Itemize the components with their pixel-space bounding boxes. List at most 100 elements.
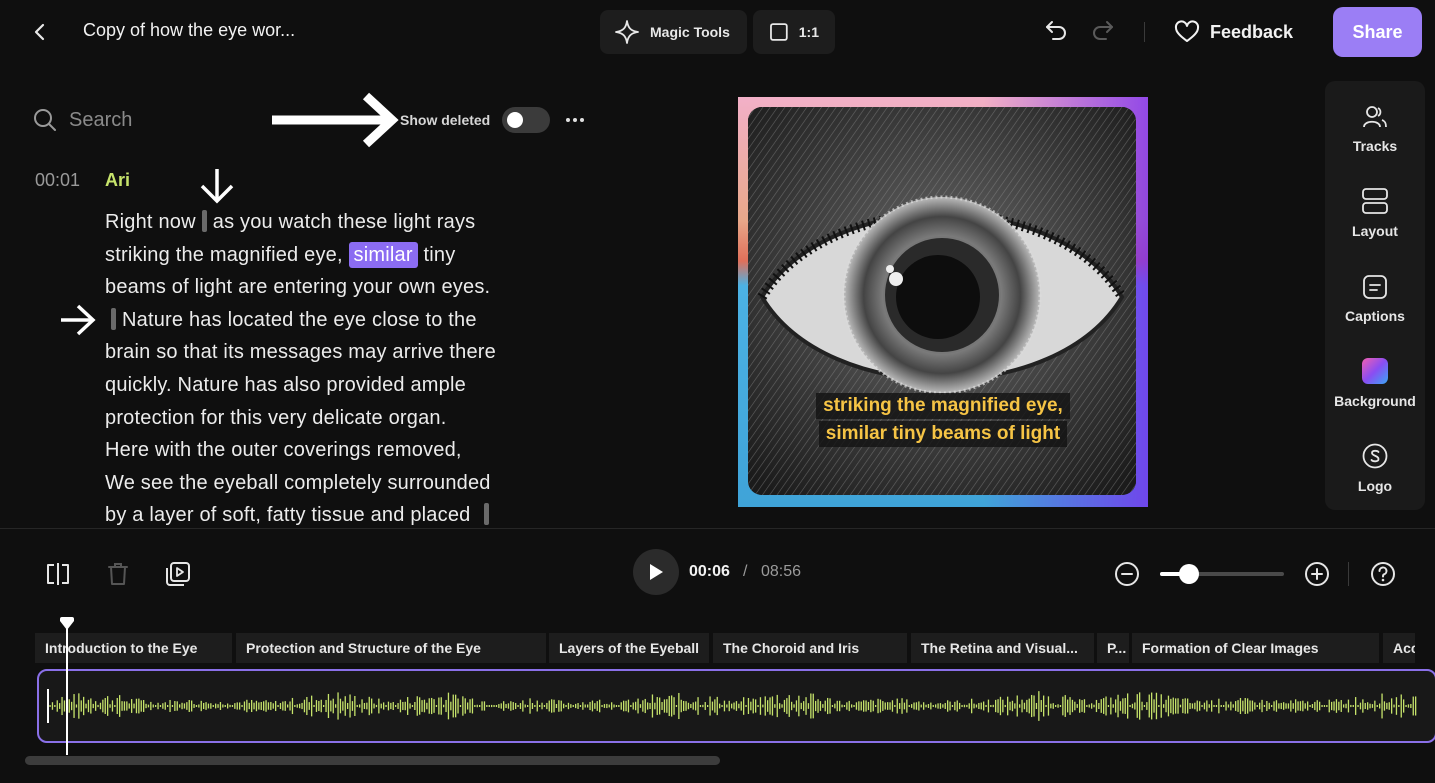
waveform-bar: [944, 703, 946, 709]
redo-button[interactable]: [1089, 16, 1117, 44]
waveform-bar: [879, 699, 882, 713]
undo-button[interactable]: [1042, 16, 1070, 44]
clip-trim-handle[interactable]: [47, 689, 49, 723]
transcript-word-group[interactable]: striking the magnified eye,: [105, 244, 343, 266]
waveform-bar: [1278, 703, 1280, 709]
playhead-handle-icon[interactable]: [59, 617, 75, 631]
waveform-bar: [1299, 701, 1302, 711]
waveform-bar: [483, 701, 486, 711]
waveform-bar: [191, 700, 193, 712]
show-deleted-toggle[interactable]: [502, 107, 550, 133]
back-button[interactable]: [28, 20, 52, 44]
sparkle-icon: [615, 20, 639, 44]
waveform-bar: [1211, 700, 1213, 712]
waveform-bar: [1019, 704, 1021, 708]
waveform-bar: [611, 702, 613, 710]
waveform-bar: [1400, 694, 1402, 718]
chapter-segment[interactable]: The Choroid and Iris: [713, 633, 909, 663]
waveform-bar: [1136, 694, 1138, 718]
waveform-bar: [361, 699, 363, 713]
play-button[interactable]: [633, 549, 679, 595]
media-stack-icon: [166, 562, 190, 586]
zoom-in-button[interactable]: [1303, 560, 1331, 588]
waveform-bar: [335, 704, 337, 708]
search-box[interactable]: [33, 106, 269, 134]
chapter-segment[interactable]: Acc...: [1383, 633, 1415, 663]
chapter-segment[interactable]: Formation of Clear Images: [1132, 633, 1381, 663]
transcript-word-group[interactable]: beams of light are entering your own eye…: [105, 276, 490, 298]
search-input[interactable]: [69, 108, 269, 132]
transcript-word-group[interactable]: brain so that its messages may arrive th…: [105, 341, 496, 363]
paragraph-timestamp[interactable]: 00:01: [35, 170, 80, 191]
aspect-ratio-button[interactable]: 1:1: [753, 10, 835, 54]
chapter-segment[interactable]: P...: [1097, 633, 1131, 663]
side-item-logo[interactable]: Logo: [1325, 421, 1425, 501]
side-item-background[interactable]: Background: [1325, 336, 1425, 416]
waveform-bar: [503, 701, 505, 711]
transcript-word-group[interactable]: We see the eyeball completely surrounded: [105, 472, 491, 494]
waveform-bar: [975, 704, 978, 708]
waveform-bar: [500, 703, 502, 709]
waveform-bar: [575, 703, 577, 709]
chapter-segment[interactable]: Introduction to the Eye: [35, 633, 234, 663]
waveform-bar: [1230, 701, 1232, 711]
transcript-word-group[interactable]: as you watch these light rays: [213, 211, 476, 233]
chapter-segment[interactable]: The Retina and Visual...: [911, 633, 1096, 663]
transcript-text[interactable]: Right now as you watch these light rays s…: [105, 206, 535, 526]
waveform-bar: [920, 704, 922, 708]
waveform-bar: [207, 703, 210, 709]
pause-marker[interactable]: [111, 307, 116, 330]
audio-clip[interactable]: [37, 669, 1435, 743]
waveform-bar: [51, 702, 54, 710]
side-item-layout[interactable]: Layout: [1325, 166, 1425, 246]
delete-button[interactable]: [104, 560, 132, 588]
feedback-button[interactable]: Feedback: [1174, 18, 1293, 46]
transcript-word-group[interactable]: by a layer of soft, fatty tissue and pla…: [105, 504, 470, 526]
waveform-bar: [591, 700, 594, 712]
waveform-bar: [632, 702, 634, 710]
help-button[interactable]: [1369, 560, 1397, 588]
magic-tools-button[interactable]: Magic Tools: [600, 10, 747, 54]
waveform-bar: [781, 704, 783, 708]
waveform-bar: [747, 697, 750, 715]
waveform-bar: [1263, 705, 1266, 707]
more-options-icon[interactable]: [562, 108, 588, 132]
current-word-highlight[interactable]: similar: [348, 241, 418, 268]
playhead-line[interactable]: [66, 628, 68, 755]
waveform-bar: [380, 703, 382, 709]
timeline-scrollbar[interactable]: [25, 756, 720, 765]
split-clip-button[interactable]: [44, 560, 72, 588]
transcript-word-group[interactable]: Nature has located the eye close to the: [122, 309, 477, 331]
waveform-bar: [193, 704, 195, 708]
waveform-bar: [750, 701, 752, 711]
transcript-word-group[interactable]: protection for this very delicate organ.: [105, 407, 447, 429]
pause-marker[interactable]: [484, 503, 490, 526]
caption-overlay[interactable]: striking the magnified eye, similar tiny…: [738, 392, 1148, 448]
side-item-captions[interactable]: Captions: [1325, 251, 1425, 331]
share-button[interactable]: Share: [1333, 7, 1422, 57]
project-title[interactable]: Copy of how the eye wor...: [83, 20, 295, 41]
waveform-bar: [174, 701, 176, 711]
side-item-tracks[interactable]: Tracks: [1325, 81, 1425, 161]
zoom-slider-handle[interactable]: [1178, 564, 1199, 584]
transcript-word-group[interactable]: Here with the outer coverings removed,: [105, 439, 462, 461]
speaker-name[interactable]: Ari: [105, 170, 130, 191]
add-media-button[interactable]: [164, 560, 192, 588]
zoom-out-button[interactable]: [1113, 560, 1141, 588]
waveform-bar: [649, 702, 651, 710]
waveform-bar: [1079, 699, 1081, 713]
video-preview[interactable]: striking the magnified eye, similar tiny…: [738, 97, 1148, 507]
chapter-segment[interactable]: Protection and Structure of the Eye: [236, 633, 548, 663]
chapter-segment[interactable]: Layers of the Eyeball: [549, 633, 711, 663]
waveform-bar: [462, 696, 464, 716]
waveform-bar: [1357, 705, 1359, 707]
waveform-bar: [104, 698, 106, 714]
zoom-slider[interactable]: [1160, 564, 1284, 584]
waveform-bar: [1031, 694, 1033, 718]
transcript-word-group[interactable]: Right now: [105, 211, 196, 233]
waveform-bar: [344, 696, 346, 716]
waveform-bar: [433, 699, 435, 713]
transcript-word-group[interactable]: quickly. Nature has also provided ample: [105, 374, 466, 396]
pause-marker[interactable]: [201, 210, 207, 232]
transcript-word-group[interactable]: tiny: [423, 244, 455, 266]
